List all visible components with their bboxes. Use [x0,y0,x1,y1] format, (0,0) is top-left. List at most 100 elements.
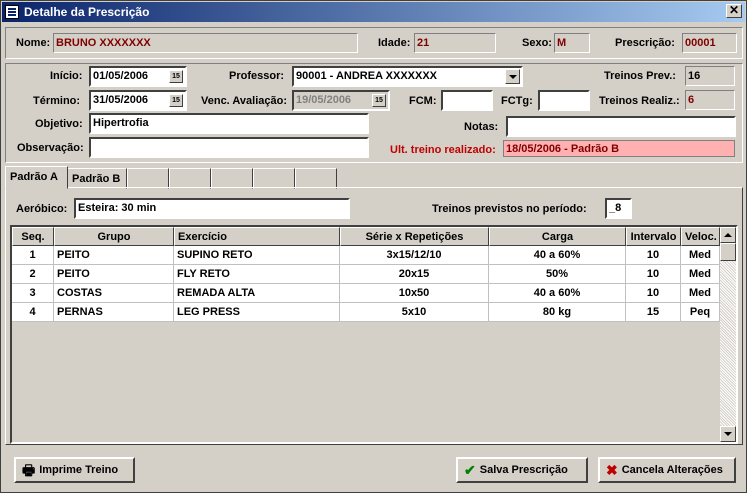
scroll-thumb[interactable] [720,243,736,261]
venc-avaliacao-input: 19/05/2006 15 [292,90,390,111]
app-icon [5,5,19,19]
prescricao-label: Prescrição: [615,37,675,49]
cell-seq: 1 [12,246,54,265]
cell-veloc: Peq [681,303,720,322]
table-row[interactable]: 3 COSTAS REMADA ALTA 10x50 40 a 60% 10 M… [12,284,720,303]
cell-exercicio: LEG PRESS [174,303,340,322]
vertical-scrollbar[interactable] [720,227,736,442]
cell-serie: 20x15 [340,265,489,284]
cell-intervalo: 10 [626,284,681,303]
nome-field: BRUNO XXXXXXX [53,33,358,53]
notas-label: Notas: [464,121,499,133]
idade-label: Idade: [378,37,411,49]
table-row[interactable]: 1 PEITO SUPINO RETO 3x15/12/10 40 a 60% … [12,246,720,265]
tab-padrao-a[interactable]: Padrão A [5,166,68,189]
treinos-previstos-label: Treinos previstos no período: [432,203,587,215]
termino-date-input[interactable]: 31/05/2006 15 [89,90,187,111]
cell-grupo: COSTAS [54,284,174,303]
fctg-label: FCTg: [501,95,533,107]
ult-treino-label: Ult. treino realizado: [390,144,496,156]
tab-empty[interactable] [127,168,169,189]
cell-intervalo: 10 [626,246,681,265]
tab-empty[interactable] [295,168,337,189]
header-serie[interactable]: Série x Repetições [340,227,489,246]
header-exercicio[interactable]: Exercício [174,227,340,246]
prescription-window: Detalhe da Prescrição ✕ Nome: BRUNO XXXX… [0,0,747,493]
scroll-down-icon[interactable] [720,426,736,442]
idade-field: 21 [414,33,496,53]
cell-grupo: PEITO [54,246,174,265]
imprime-treino-button[interactable]: 🖶 Imprime Treino [14,457,135,483]
objetivo-input[interactable]: Hipertrofia [89,113,369,134]
salva-label: Salva Prescrição [479,464,568,476]
header-intervalo[interactable]: Intervalo [626,227,681,246]
cell-seq: 4 [12,303,54,322]
fctg-input[interactable] [538,90,590,111]
observacao-label: Observação: [17,142,84,154]
termino-calendar-icon[interactable]: 15 [169,94,183,107]
tab-empty[interactable] [211,168,253,189]
treinos-previstos-input[interactable]: _8 [605,198,632,219]
professor-label: Professor: [229,70,285,82]
salva-prescricao-button[interactable]: ✔ Salva Prescrição [456,457,588,483]
checkmark-icon: ✔ [464,462,476,479]
nome-label: Nome: [16,37,51,49]
cancela-label: Cancela Alterações [621,464,723,476]
inicio-date-input[interactable]: 01/05/2006 15 [89,66,187,87]
header-grupo[interactable]: Grupo [54,227,174,246]
window-title: Detalhe da Prescrição [24,5,150,19]
professor-select[interactable]: 90001 - ANDREA XXXXXXX [292,66,523,87]
fcm-label: FCM: [409,95,437,107]
cancel-x-icon: ✖ [606,462,618,479]
objetivo-label: Objetivo: [35,118,83,130]
cell-exercicio: SUPINO RETO [174,246,340,265]
treinos-prev-field: 16 [685,66,735,86]
header-veloc[interactable]: Veloc. [681,227,720,246]
tab-empty[interactable] [169,168,211,189]
notas-input[interactable] [506,116,736,137]
prescricao-field: 00001 [682,33,737,53]
cell-grupo: PEITO [54,265,174,284]
termino-label: Término: [33,95,81,107]
venc-avaliacao-label: Venc. Avaliação: [201,95,288,107]
sexo-field: M [554,33,590,53]
professor-value: 90001 - ANDREA XXXXXXX [296,70,438,82]
cell-serie: 3x15/12/10 [340,246,489,265]
cancela-alteracoes-button[interactable]: ✖ Cancela Alterações [598,457,736,483]
cell-seq: 3 [12,284,54,303]
inicio-value: 01/05/2006 [93,70,149,82]
cell-veloc: Med [681,265,720,284]
header-seq[interactable]: Seq. [12,227,54,246]
cell-intervalo: 10 [626,265,681,284]
printer-icon: 🖶 [22,462,36,479]
cell-serie: 5x10 [340,303,489,322]
exercise-grid[interactable]: Seq. Grupo Exercício Série x Repetições … [10,225,738,444]
treinos-realiz-label: Treinos Realiz.: [599,95,680,107]
venc-calendar-icon: 15 [372,94,386,107]
aerobico-input[interactable]: Esteira: 30 min [74,198,350,219]
ult-treino-field: 18/05/2006 - Padrão B [503,140,735,157]
cell-veloc: Med [681,246,720,265]
cell-carga: 80 kg [489,303,626,322]
inicio-calendar-icon[interactable]: 15 [169,70,183,83]
header-panel: Nome: BRUNO XXXXXXX Idade: 21 Sexo: M Pr… [5,27,743,59]
cell-grupo: PERNAS [54,303,174,322]
observacao-input[interactable] [89,137,369,158]
cell-carga: 40 a 60% [489,284,626,303]
cell-carga: 40 a 60% [489,246,626,265]
treinos-realiz-field: 6 [685,90,735,110]
title-bar: Detalhe da Prescrição ✕ [2,2,745,22]
header-carga[interactable]: Carga [489,227,626,246]
cell-exercicio: REMADA ALTA [174,284,340,303]
fcm-input[interactable] [441,90,493,111]
cell-intervalo: 15 [626,303,681,322]
table-row[interactable]: 4 PERNAS LEG PRESS 5x10 80 kg 15 Peq [12,303,720,322]
imprime-label: Imprime Treino [39,464,119,476]
tab-empty[interactable] [253,168,295,189]
tab-padrao-b[interactable]: Padrão B [67,168,127,189]
inicio-label: Início: [50,70,83,82]
chevron-down-icon[interactable] [505,69,520,84]
table-row[interactable]: 2 PEITO FLY RETO 20x15 50% 10 Med [12,265,720,284]
close-button[interactable]: ✕ [726,4,742,18]
scroll-up-icon[interactable] [720,227,736,243]
